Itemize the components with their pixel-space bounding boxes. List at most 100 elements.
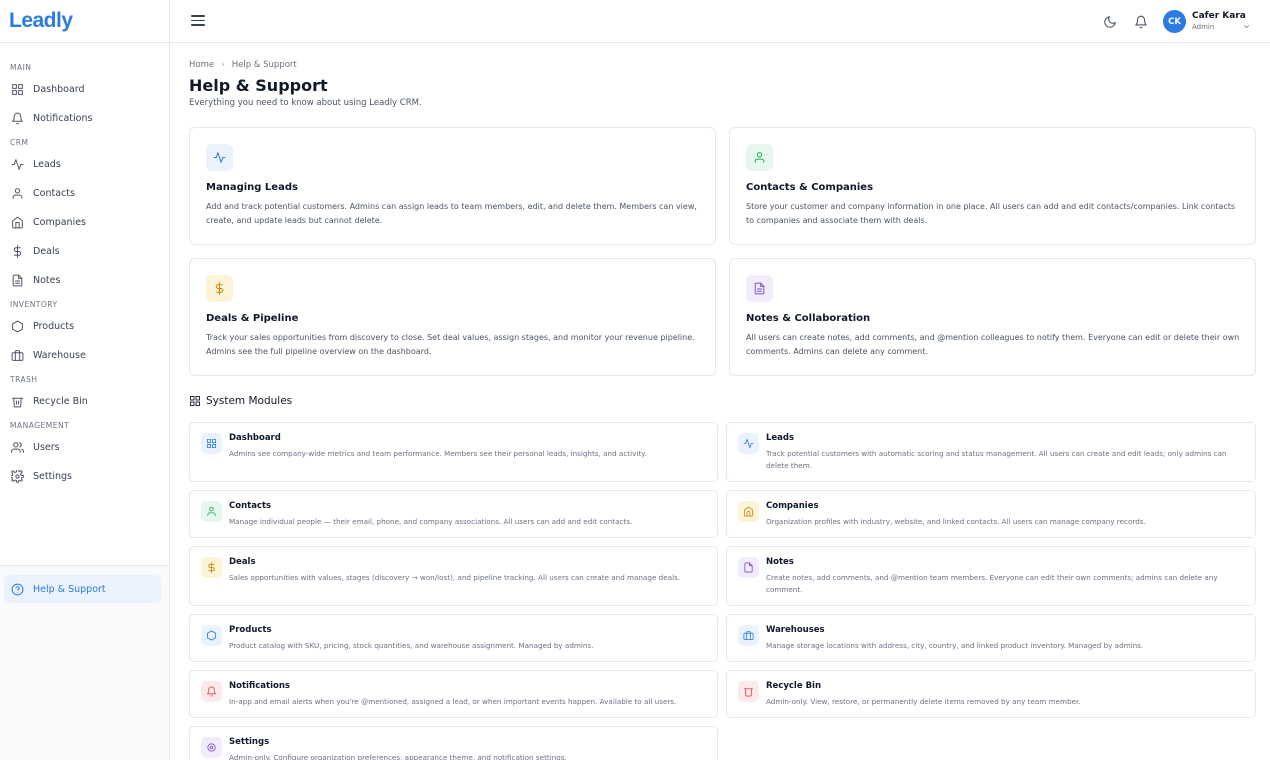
activity-icon xyxy=(738,433,759,454)
module-card-contacts: Contacts Manage individual people — thei… xyxy=(189,490,718,538)
sidebar-item-label: Leads xyxy=(33,159,61,170)
moon-icon[interactable] xyxy=(1103,14,1117,28)
module-desc: Organization profiles with industry, web… xyxy=(766,517,1146,526)
user-icon xyxy=(201,501,222,522)
grid-icon xyxy=(190,396,200,406)
help-circle-icon xyxy=(11,583,24,595)
bell-icon xyxy=(201,681,222,702)
activity-icon xyxy=(11,159,24,170)
avatar[interactable]: CK xyxy=(1163,10,1186,33)
module-card-dashboard: Dashboard Admins see company-wide metric… xyxy=(189,422,718,482)
module-card-leads: Leads Track potential customers with aut… xyxy=(726,422,1256,482)
breadcrumb: Home › Help & Support xyxy=(189,60,297,70)
module-desc: Product catalog with SKU, pricing, stock… xyxy=(229,641,594,650)
sidebar-item-label: Users xyxy=(33,442,60,453)
topbar: CK Cafer Kara Admin xyxy=(170,0,1270,43)
sidebar-item-settings[interactable]: Settings xyxy=(0,462,169,491)
page-subtitle: Everything you need to know about using … xyxy=(189,98,422,108)
section-label-main: MAIN xyxy=(10,63,32,72)
sidebar: Leadly MAIN Dashboard Notifications CRM … xyxy=(0,0,170,760)
sidebar-item-notes[interactable]: Notes xyxy=(0,266,169,295)
module-desc: Manage individual people — their email, … xyxy=(229,517,633,526)
module-card-recycle-bin: Recycle Bin Admin-only. View, restore, o… xyxy=(726,670,1256,718)
activity-icon xyxy=(206,144,233,171)
guide-card-deals: Deals & Pipeline Track your sales opport… xyxy=(189,258,716,376)
chevron-right-icon: › xyxy=(221,60,225,70)
sidebar-item-dashboard[interactable]: Dashboard xyxy=(0,75,169,104)
module-title: Leads xyxy=(766,433,795,443)
module-card-notes: Notes Create notes, add comments, and @m… xyxy=(726,546,1256,606)
section-label-management: MANAGEMENT xyxy=(10,421,70,430)
box-icon xyxy=(12,320,23,333)
bell-icon[interactable] xyxy=(1134,14,1148,29)
file-text-icon xyxy=(12,274,23,287)
sidebar-item-contacts[interactable]: Contacts xyxy=(0,179,169,208)
warehouse-icon xyxy=(11,350,24,361)
guide-card-leads: Managing Leads Add and track potential c… xyxy=(189,127,716,245)
logo-text: Leadly xyxy=(9,9,73,32)
module-title: Notifications xyxy=(229,681,290,691)
sidebar-item-companies[interactable]: Companies xyxy=(0,208,169,237)
sidebar-item-label: Dashboard xyxy=(33,84,85,95)
grid-icon xyxy=(201,433,222,454)
module-card-notifications: Notifications In-app and email alerts wh… xyxy=(189,670,718,718)
user-name[interactable]: Cafer Kara xyxy=(1192,11,1246,21)
bell-icon xyxy=(12,112,23,125)
sidebar-item-label: Companies xyxy=(33,217,87,228)
breadcrumb-current: Help & Support xyxy=(231,60,297,70)
module-title: Settings xyxy=(229,737,270,747)
menu-icon[interactable] xyxy=(191,15,205,28)
sidebar-item-users[interactable]: Users xyxy=(0,433,169,462)
sidebar-footer: Help & Support xyxy=(0,565,169,760)
breadcrumb-home[interactable]: Home xyxy=(189,60,214,70)
sidebar-item-deals[interactable]: Deals xyxy=(0,237,169,266)
module-card-warehouses: Warehouses Manage storage locations with… xyxy=(726,614,1256,662)
trash-icon xyxy=(12,397,23,408)
module-title: Recycle Bin xyxy=(766,681,822,691)
module-card-settings: Settings Admin-only. Configure organizat… xyxy=(189,726,718,760)
module-title: Notes xyxy=(766,557,794,567)
module-card-deals: Deals Sales opportunities with values, s… xyxy=(189,546,718,606)
module-desc: Sales opportunities with values, stages … xyxy=(229,573,681,582)
module-desc: Create notes, add comments, and @mention… xyxy=(766,573,1218,594)
dollar-icon xyxy=(13,245,22,258)
sidebar-item-label: Recycle Bin xyxy=(33,396,88,407)
section-label-crm: CRM xyxy=(10,138,29,147)
module-title: Warehouses xyxy=(766,625,825,635)
app-root: Leadly MAIN Dashboard Notifications CRM … xyxy=(0,0,1270,760)
sidebar-item-label: Contacts xyxy=(33,188,75,199)
building-icon xyxy=(12,216,23,229)
sidebar-item-recycle-bin[interactable]: Recycle Bin xyxy=(0,387,169,416)
logo[interactable]: Leadly xyxy=(0,0,169,43)
file-text-icon xyxy=(738,557,759,578)
module-desc: In-app and email alerts when you're @men… xyxy=(229,697,677,706)
guide-title: Notes & Collaboration xyxy=(746,313,871,324)
module-card-products: Products Product catalog with SKU, prici… xyxy=(189,614,718,662)
building-icon xyxy=(738,501,759,522)
guide-card-contacts: Contacts & Companies Store your customer… xyxy=(729,127,1256,245)
sidebar-item-label: Settings xyxy=(33,471,72,482)
sidebar-item-products[interactable]: Products xyxy=(0,312,169,341)
main-content: Home › Help & Support Help & Support Eve… xyxy=(170,43,1270,760)
sidebar-item-label: Notifications xyxy=(33,113,93,124)
sidebar-item-label: Products xyxy=(33,321,75,332)
warehouse-icon xyxy=(738,625,759,646)
guide-title: Contacts & Companies xyxy=(746,182,874,193)
guide-title: Managing Leads xyxy=(206,182,298,193)
chevron-down-icon[interactable] xyxy=(1242,16,1251,29)
guide-desc: Track your sales opportunities from disc… xyxy=(206,333,695,356)
gear-icon xyxy=(201,737,222,758)
module-desc: Admins see company-wide metrics and team… xyxy=(229,449,647,458)
grid-icon xyxy=(12,84,23,95)
sidebar-item-warehouse[interactable]: Warehouse xyxy=(0,341,169,370)
sidebar-item-help[interactable]: Help & Support xyxy=(4,575,161,603)
dollar-icon xyxy=(201,557,222,578)
sidebar-item-leads[interactable]: Leads xyxy=(0,150,169,179)
guide-desc: All users can create notes, add comments… xyxy=(746,333,1240,356)
user-icon xyxy=(746,144,773,171)
sidebar-item-notifications[interactable]: Notifications xyxy=(0,104,169,133)
module-title: Deals xyxy=(229,557,256,567)
module-desc: Manage storage locations with address, c… xyxy=(766,641,1144,650)
gear-icon xyxy=(11,470,24,483)
module-desc: Track potential customers with automatic… xyxy=(766,449,1227,470)
